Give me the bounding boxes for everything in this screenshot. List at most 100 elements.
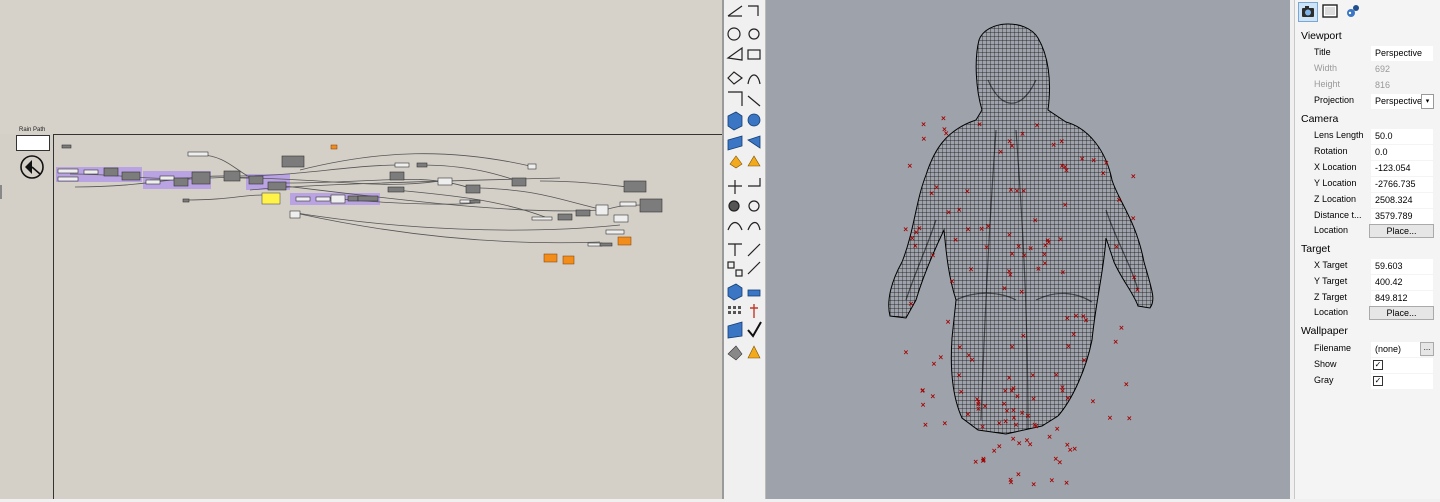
rain-point-marker: × bbox=[1004, 407, 1010, 415]
z-target-label: Z Target bbox=[1314, 292, 1347, 302]
rain-point-marker: × bbox=[1060, 269, 1066, 277]
rain-point-marker: × bbox=[1031, 481, 1037, 489]
rain-point-marker: × bbox=[903, 348, 909, 356]
rain-point-marker: × bbox=[1002, 285, 1008, 293]
toolbar-icons[interactable] bbox=[724, 0, 766, 499]
rain-point-marker: × bbox=[1003, 418, 1009, 426]
browse-button[interactable]: ... bbox=[1420, 342, 1434, 356]
width-field: 692 bbox=[1371, 62, 1433, 77]
rain-point-marker: × bbox=[1072, 445, 1078, 453]
rain-point-marker: × bbox=[945, 318, 951, 326]
show-checkbox[interactable]: ✓ bbox=[1373, 360, 1383, 370]
rain-point-marker: × bbox=[1059, 138, 1065, 146]
rain-point-marker: × bbox=[1042, 259, 1048, 267]
rain-point-marker: × bbox=[1006, 374, 1012, 382]
target-heading: Target bbox=[1301, 243, 1331, 255]
rain-point-marker: × bbox=[1019, 288, 1025, 296]
rain-point-marker: × bbox=[1016, 243, 1022, 251]
rain-point-marker: × bbox=[1091, 156, 1097, 164]
rain-point-marker: × bbox=[1006, 268, 1012, 276]
rain-point-marker: × bbox=[1031, 395, 1037, 403]
gray-label: Gray bbox=[1314, 375, 1334, 385]
rain-point-marker: × bbox=[1022, 252, 1028, 260]
y-location-row: Y Location -2766.735 bbox=[1301, 177, 1433, 192]
rain-point-marker: × bbox=[996, 419, 1002, 427]
rain-point-marker: × bbox=[979, 225, 985, 233]
rain-point-marker: × bbox=[1024, 437, 1030, 445]
wallpaper-tab[interactable] bbox=[1344, 2, 1364, 22]
lens-field[interactable]: 50.0 bbox=[1371, 129, 1433, 144]
filename-field[interactable]: (none) bbox=[1371, 342, 1421, 357]
height-label: Height bbox=[1314, 79, 1341, 89]
x-target-field[interactable]: 59.603 bbox=[1371, 259, 1433, 274]
rain-point-marker: × bbox=[1123, 381, 1129, 389]
rain-point-marker: × bbox=[956, 372, 962, 380]
y-target-field[interactable]: 400.42 bbox=[1371, 275, 1433, 290]
camera-tab[interactable] bbox=[1298, 2, 1318, 22]
rain-point-marker: × bbox=[930, 393, 936, 401]
rain-point-marker: × bbox=[1131, 274, 1137, 282]
rain-point-marker: × bbox=[1126, 415, 1132, 423]
rain-point-marker: × bbox=[1080, 313, 1086, 321]
camera-icon bbox=[1302, 6, 1314, 17]
x-location-field[interactable]: -123.054 bbox=[1371, 161, 1433, 176]
coat-mesh-model: × × × × × × × × × × × × × × × × × × × × × × × × × × × × × × × × × × × × × × × ×… bbox=[888, 23, 1154, 489]
y-target-label: Y Target bbox=[1314, 276, 1348, 286]
filename-label: Filename bbox=[1314, 343, 1352, 353]
rain-point-marker: × bbox=[1030, 372, 1036, 380]
rain-point-marker: × bbox=[1009, 250, 1015, 258]
target-place-button[interactable]: Place... bbox=[1369, 306, 1434, 320]
rotation-label: Rotation bbox=[1314, 146, 1348, 156]
rain-point-marker: × bbox=[1130, 173, 1136, 181]
rain-point-marker: × bbox=[920, 387, 926, 395]
projection-select[interactable]: Perspective bbox=[1371, 94, 1421, 109]
rain-point-marker: × bbox=[1064, 315, 1070, 323]
width-row: Width 692 bbox=[1301, 62, 1433, 77]
rain-point-marker: × bbox=[1053, 371, 1059, 379]
gray-checkbox[interactable]: ✓ bbox=[1373, 376, 1383, 386]
z-target-field[interactable]: 849.812 bbox=[1371, 291, 1433, 306]
rain-point-marker: × bbox=[980, 423, 986, 431]
rain-point-marker: × bbox=[976, 398, 982, 406]
distance-field[interactable]: 3579.789 bbox=[1371, 209, 1433, 224]
rain-point-marker: × bbox=[966, 352, 972, 360]
rain-point-marker: × bbox=[984, 243, 990, 251]
view-tab[interactable] bbox=[1321, 2, 1341, 22]
rain-point-marker: × bbox=[941, 114, 947, 122]
properties-panel: Viewport Title Perspective Width 692 Hei… bbox=[1294, 0, 1440, 499]
rain-point-marker: × bbox=[903, 226, 909, 234]
y-location-field[interactable]: -2766.735 bbox=[1371, 177, 1433, 192]
rain-point-marker: × bbox=[1073, 312, 1079, 320]
rain-point-marker: × bbox=[1013, 421, 1019, 429]
perspective-viewport[interactable]: × × × × × × × × × × × × × × × × × × × × × × × × × × × × × × × × × × × × × × × ×… bbox=[766, 0, 1290, 499]
rain-point-marker: × bbox=[1049, 477, 1055, 485]
chevron-down-icon[interactable]: ▾ bbox=[1421, 94, 1434, 109]
camera-location-row: Location Place... bbox=[1301, 224, 1434, 239]
rain-point-marker: × bbox=[909, 235, 915, 243]
camera-place-button[interactable]: Place... bbox=[1369, 224, 1434, 238]
camera-location-label: Location bbox=[1314, 225, 1349, 235]
x-location-row: X Location -123.054 bbox=[1301, 161, 1433, 176]
grasshopper-canvas[interactable]: Rain Path bbox=[0, 0, 722, 499]
rotation-field[interactable]: 0.0 bbox=[1371, 145, 1433, 160]
rain-point-marker: × bbox=[1034, 122, 1040, 130]
lens-row: Lens Length 50.0 bbox=[1301, 129, 1433, 144]
rain-point-marker: × bbox=[942, 126, 948, 134]
rain-point-marker: × bbox=[921, 121, 927, 129]
rain-point-marker: × bbox=[931, 360, 937, 368]
rain-point-marker: × bbox=[907, 162, 913, 170]
rain-point-marker: × bbox=[957, 343, 963, 351]
rain-point-marker: × bbox=[1062, 201, 1068, 209]
rain-point-marker: × bbox=[1020, 130, 1026, 138]
rain-point-marker: × bbox=[921, 135, 927, 143]
rain-point-marker: × bbox=[1054, 425, 1060, 433]
width-label: Width bbox=[1314, 63, 1338, 73]
rain-point-marker: × bbox=[930, 252, 936, 260]
z-location-field[interactable]: 2508.324 bbox=[1371, 193, 1433, 208]
rain-point-marker: × bbox=[1065, 395, 1071, 403]
x-location-label: X Location bbox=[1314, 162, 1357, 172]
x-target-row: X Target 59.603 bbox=[1301, 259, 1433, 274]
show-row: Show ✓ bbox=[1301, 358, 1433, 373]
camera-heading: Camera bbox=[1301, 113, 1339, 125]
title-field[interactable]: Perspective bbox=[1371, 46, 1433, 61]
